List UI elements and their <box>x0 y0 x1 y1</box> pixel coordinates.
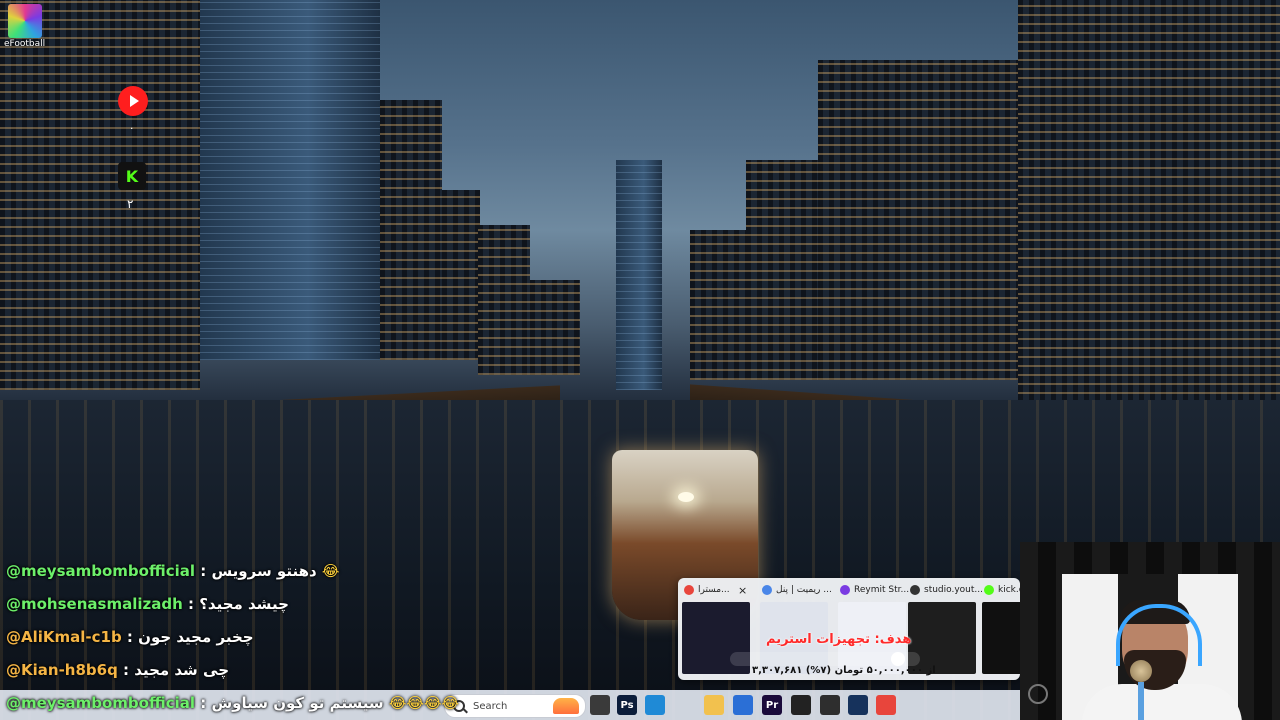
building <box>478 225 530 375</box>
chat-message: @mohsenasmalizadh : چیشد مجید؟ <box>6 595 289 613</box>
chat-emoji: 😂😂😂😂 <box>388 694 459 712</box>
chat-username: @Kian-h8b6q <box>6 661 118 679</box>
thumbnail-header: kick.c... <box>978 582 1020 598</box>
goal-progress-text: ۳,۳۰۷,۶۸۱ از ۵۰,۰۰۰,۰۰۰ تومان (۷%) <box>752 665 936 676</box>
chat-message: @meysambombofficial : دهنتو سرویس 😂 <box>6 562 340 580</box>
chat-emoji: 😂 <box>321 562 340 580</box>
chat-text: چخبر مجید جون <box>138 628 254 646</box>
mic-stand <box>1138 682 1144 720</box>
task-view-icon[interactable] <box>590 695 610 715</box>
window-thumbnail[interactable]: kick.c... <box>978 578 1020 680</box>
chat-message: @Kian-h8b6q : چی شد مجید <box>6 661 230 679</box>
webcam-overlay <box>1020 542 1280 720</box>
thumbnail-header: مسترا... <box>678 582 730 598</box>
building <box>0 0 200 390</box>
close-icon[interactable]: × <box>738 584 747 597</box>
goal-progress-fill <box>890 652 905 666</box>
reymit-icon <box>840 585 850 595</box>
steam-icon[interactable] <box>848 695 868 715</box>
goal-title: هدف: تجهیزات استریم <box>766 632 912 647</box>
thumbnail-title: Reymit Str... <box>854 585 910 595</box>
chat-message: @AliKmal-c1b : چخبر مجید جون <box>6 628 254 646</box>
chat-username: @meysambombofficial <box>6 562 196 580</box>
chrome-icon <box>762 585 772 595</box>
glass-tower <box>200 0 380 360</box>
efootball-label: eFootball <box>4 39 46 49</box>
kick-icon: K <box>118 162 146 190</box>
thumbnail-title: kick.c... <box>998 585 1020 595</box>
chat-username: @AliKmal-c1b <box>6 628 122 646</box>
kick-icon <box>984 585 994 595</box>
efootball-icon[interactable] <box>8 4 42 38</box>
building <box>530 280 580 375</box>
chat-text: چی شد مجید <box>134 661 230 679</box>
edge-icon[interactable] <box>645 695 665 715</box>
building <box>690 230 746 380</box>
chat-username: @meysambombofficial <box>6 694 196 712</box>
camera-logo-icon <box>1028 684 1048 704</box>
file-explorer-icon[interactable] <box>704 695 724 715</box>
thumbnail-header: Reymit Str... <box>834 582 909 598</box>
kick-viewer-count: ۲ <box>127 197 134 211</box>
chrome-icon <box>684 585 694 595</box>
microphone <box>1130 660 1152 682</box>
thumbnail-header: studio.yout... <box>904 582 983 598</box>
taskbar-search-box[interactable]: Search <box>444 694 586 718</box>
thumbnail-title: studio.yout... <box>924 585 983 595</box>
youtube-icon <box>118 86 148 116</box>
thumbnail-title: ریمیت | پنل ... <box>776 585 832 595</box>
building <box>442 190 480 360</box>
obs-icon[interactable] <box>820 695 840 715</box>
premiere-icon[interactable]: Pr <box>762 695 782 715</box>
building <box>380 100 442 360</box>
building <box>746 160 818 380</box>
trump-tower <box>616 160 662 390</box>
search-highlight-icon <box>553 698 579 714</box>
microsoft-store-icon[interactable] <box>733 695 753 715</box>
chat-text: دهنتو سرویس <box>211 562 317 580</box>
building <box>818 60 1018 380</box>
chat-text: سیستم تو کون سیاوش <box>211 694 384 712</box>
photoshop-icon[interactable]: Ps <box>617 695 637 715</box>
youtube-viewer-count: ۰ <box>129 123 135 134</box>
goal-progress-bar <box>730 652 920 666</box>
chrome-icon[interactable] <box>876 695 896 715</box>
chat-message: @meysambombofficial : سیستم تو کون سیاوش… <box>6 694 459 712</box>
chat-text: چیشد مجید؟ <box>199 595 289 613</box>
chat-username: @mohsenasmalizadh <box>6 595 183 613</box>
obs-icon <box>910 585 920 595</box>
thumbnail-header: ریمیت | پنل ... <box>756 582 832 598</box>
capcut-icon[interactable] <box>791 695 811 715</box>
building <box>1018 0 1280 430</box>
thumbnail-preview <box>982 602 1020 674</box>
thumbnail-title: مسترا... <box>698 585 730 595</box>
search-placeholder: Search <box>473 700 508 712</box>
